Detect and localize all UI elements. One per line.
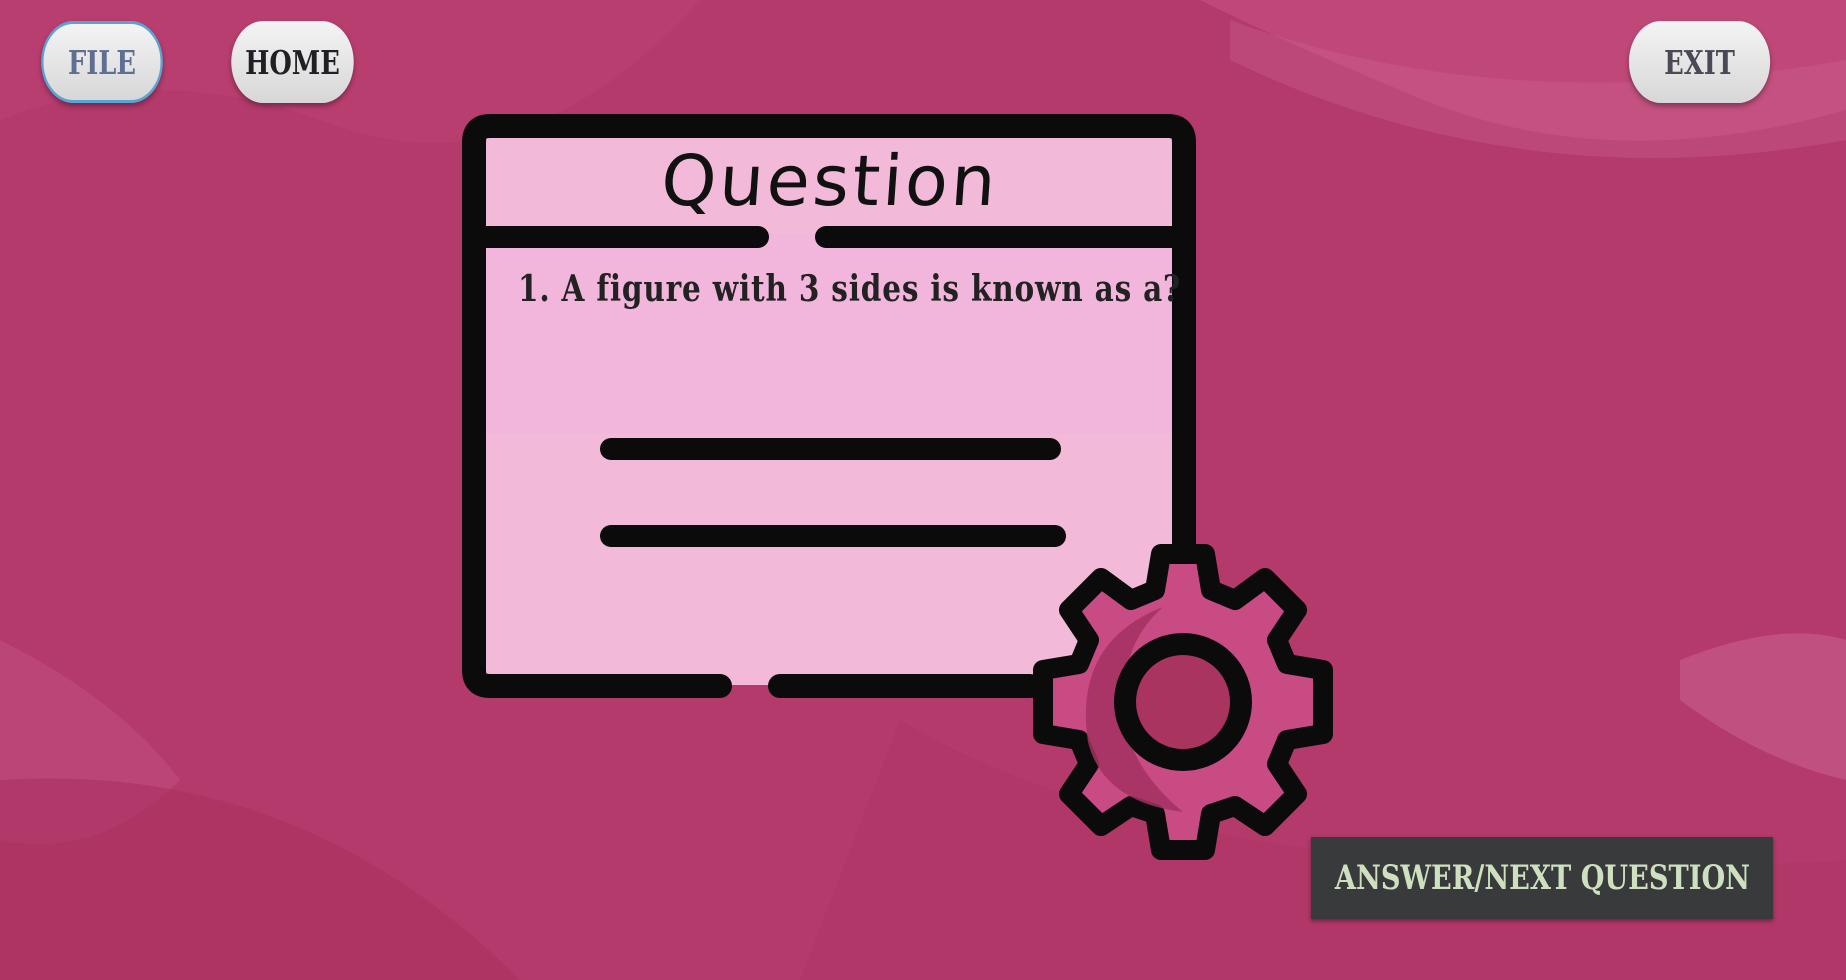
gear-icon [1033,544,1333,860]
answer-next-question-button[interactable]: ANSWER/NEXT QUESTION [1311,837,1773,919]
question-title: Question [658,140,1002,222]
answer-next-question-label: ANSWER/NEXT QUESTION [1334,858,1750,898]
question-text: 1. A figure with 3 sides is known as a? [518,268,1182,310]
question-card: Question 1. A figure with 3 sides is kno… [0,0,1846,980]
